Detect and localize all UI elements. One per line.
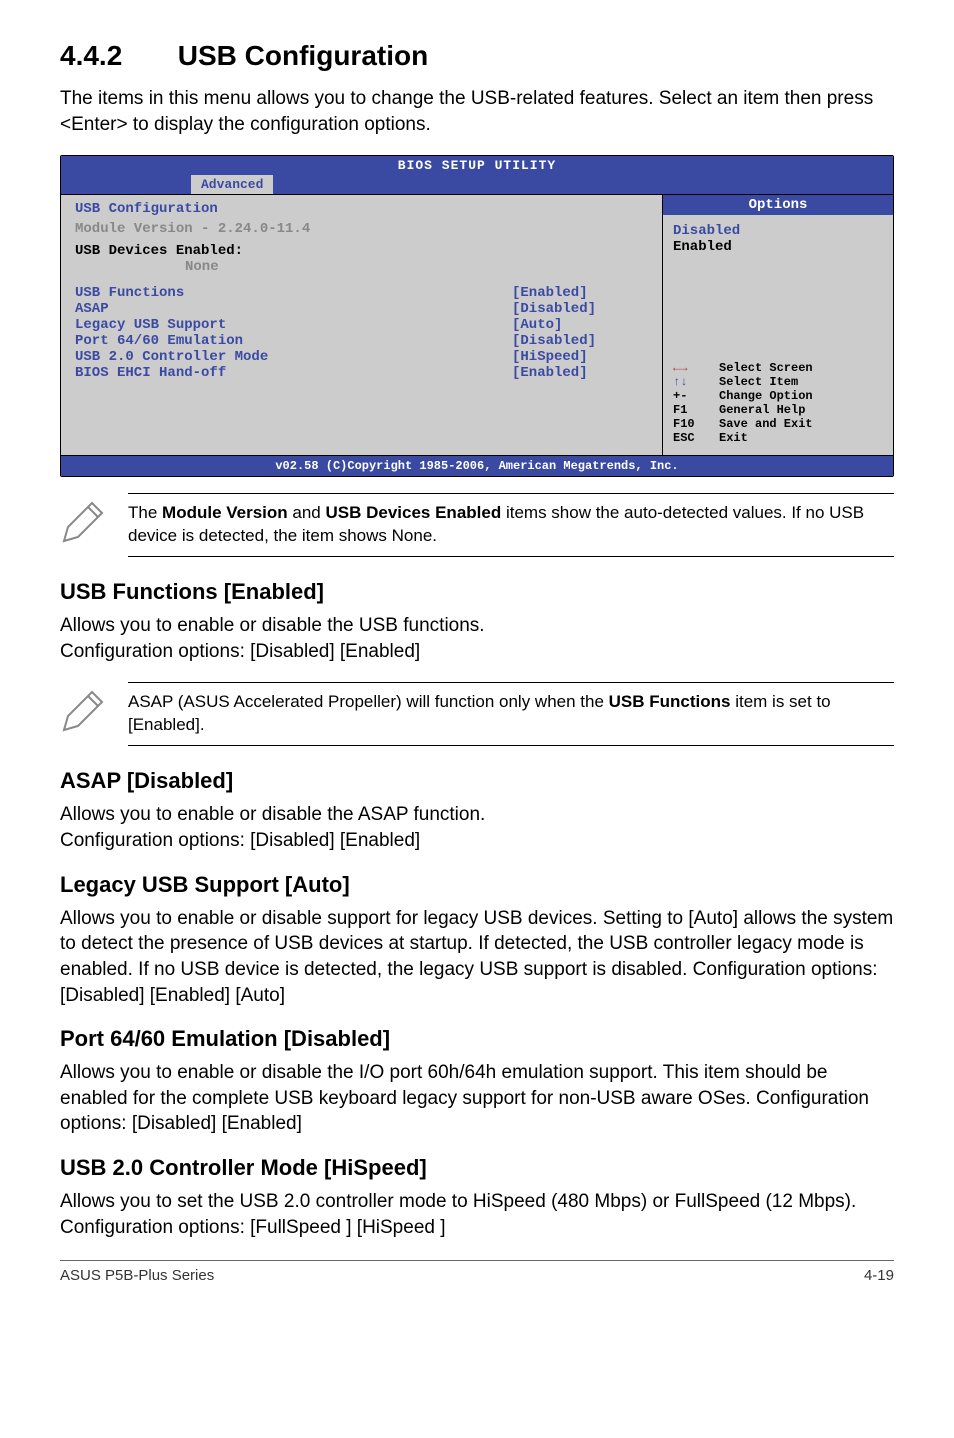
note-pencil-icon — [60, 682, 108, 739]
bios-row: BIOS EHCI Hand-off [Enabled] — [75, 365, 652, 381]
note-text-part: and — [288, 503, 326, 522]
note-text-part: Module Version — [162, 503, 288, 522]
bios-right-panel: Options Disabled Enabled ←→Select Screen… — [663, 195, 893, 455]
asap-p1: Allows you to enable or disable the ASAP… — [60, 802, 894, 828]
note-text: ASAP (ASUS Accelerated Propeller) will f… — [128, 682, 894, 746]
bios-option-disabled: Disabled — [673, 223, 883, 239]
note-box: ASAP (ASUS Accelerated Propeller) will f… — [60, 682, 894, 746]
bios-row-label: Legacy USB Support — [75, 317, 512, 333]
bios-row-value: [Enabled] — [512, 365, 652, 381]
bios-tab-advanced: Advanced — [191, 175, 273, 194]
bios-key: ←→ — [673, 361, 719, 375]
bios-key-desc: Exit — [719, 431, 748, 445]
bios-devices-value: None — [75, 259, 652, 275]
bios-key-desc: Select Screen — [719, 361, 813, 375]
bios-row-value: [Disabled] — [512, 333, 652, 349]
bios-row-label: BIOS EHCI Hand-off — [75, 365, 512, 381]
bios-left-panel: USB Configuration Module Version - 2.24.… — [61, 195, 663, 455]
intro-text: The items in this menu allows you to cha… — [60, 86, 894, 137]
bios-box: BIOS SETUP UTILITY Advanced USB Configur… — [60, 155, 894, 477]
bios-row: USB 2.0 Controller Mode [HiSpeed] — [75, 349, 652, 365]
bios-key-desc: General Help — [719, 403, 805, 417]
bios-copyright: v02.58 (C)Copyright 1985-2006, American … — [61, 456, 893, 476]
ctrlmode-heading: USB 2.0 Controller Mode [HiSpeed] — [60, 1155, 894, 1181]
bios-row-value: [Auto] — [512, 317, 652, 333]
note-pencil-icon — [60, 493, 108, 550]
bios-key: ESC — [673, 431, 719, 445]
asap-heading: ASAP [Disabled] — [60, 768, 894, 794]
bios-row: USB Functions [Enabled] — [75, 285, 652, 301]
ctrlmode-p: Allows you to set the USB 2.0 controller… — [60, 1189, 894, 1240]
bios-titlebar: BIOS SETUP UTILITY Advanced — [61, 156, 893, 194]
section-number: 4.4.2 — [60, 40, 170, 72]
bios-row-value: [HiSpeed] — [512, 349, 652, 365]
note-text: The Module Version and USB Devices Enabl… — [128, 493, 894, 557]
bios-key-desc: Save and Exit — [719, 417, 813, 431]
bios-row-label: USB 2.0 Controller Mode — [75, 349, 512, 365]
footer-page-number: 4-19 — [864, 1267, 894, 1284]
usb-functions-p2: Configuration options: [Disabled] [Enabl… — [60, 639, 894, 665]
asap-p2: Configuration options: [Disabled] [Enabl… — [60, 828, 894, 854]
note-text-part: USB Functions — [609, 692, 731, 711]
bios-key: F1 — [673, 403, 719, 417]
bios-row-value: [Disabled] — [512, 301, 652, 317]
bios-row-label: ASAP — [75, 301, 512, 317]
legacy-p: Allows you to enable or disable support … — [60, 906, 894, 1009]
legacy-heading: Legacy USB Support [Auto] — [60, 872, 894, 898]
bios-title: BIOS SETUP UTILITY — [398, 158, 556, 173]
note-text-part: USB Devices Enabled — [325, 503, 501, 522]
port-heading: Port 64/60 Emulation [Disabled] — [60, 1026, 894, 1052]
usb-functions-p1: Allows you to enable or disable the USB … — [60, 613, 894, 639]
bios-row-value: [Enabled] — [512, 285, 652, 301]
note-box: The Module Version and USB Devices Enabl… — [60, 493, 894, 557]
bios-key: +- — [673, 389, 719, 403]
bios-left-header: USB Configuration — [75, 201, 652, 217]
bios-row: ASAP [Disabled] — [75, 301, 652, 317]
page-footer: ASUS P5B-Plus Series 4-19 — [60, 1260, 894, 1284]
note-text-part: The — [128, 503, 162, 522]
bios-key-desc: Change Option — [719, 389, 813, 403]
bios-option-enabled: Enabled — [673, 239, 883, 255]
usb-functions-heading: USB Functions [Enabled] — [60, 579, 894, 605]
bios-options-header: Options — [663, 195, 893, 215]
bios-row: Legacy USB Support [Auto] — [75, 317, 652, 333]
bios-row-label: USB Functions — [75, 285, 512, 301]
footer-left: ASUS P5B-Plus Series — [60, 1267, 214, 1284]
bios-row: Port 64/60 Emulation [Disabled] — [75, 333, 652, 349]
bios-key: F10 — [673, 417, 719, 431]
section-heading: 4.4.2 USB Configuration — [60, 40, 894, 72]
bios-row-label: Port 64/60 Emulation — [75, 333, 512, 349]
bios-key-help: ←→Select Screen ↑↓Select Item +-Change O… — [673, 361, 883, 445]
bios-key-desc: Select Item — [719, 375, 798, 389]
note-text-part: ASAP (ASUS Accelerated Propeller) will f… — [128, 692, 609, 711]
bios-key: ↑↓ — [673, 375, 719, 389]
bios-module-version: Module Version - 2.24.0-11.4 — [75, 221, 652, 237]
bios-devices-label: USB Devices Enabled: — [75, 243, 652, 259]
port-p: Allows you to enable or disable the I/O … — [60, 1060, 894, 1137]
section-title: USB Configuration — [178, 40, 428, 71]
